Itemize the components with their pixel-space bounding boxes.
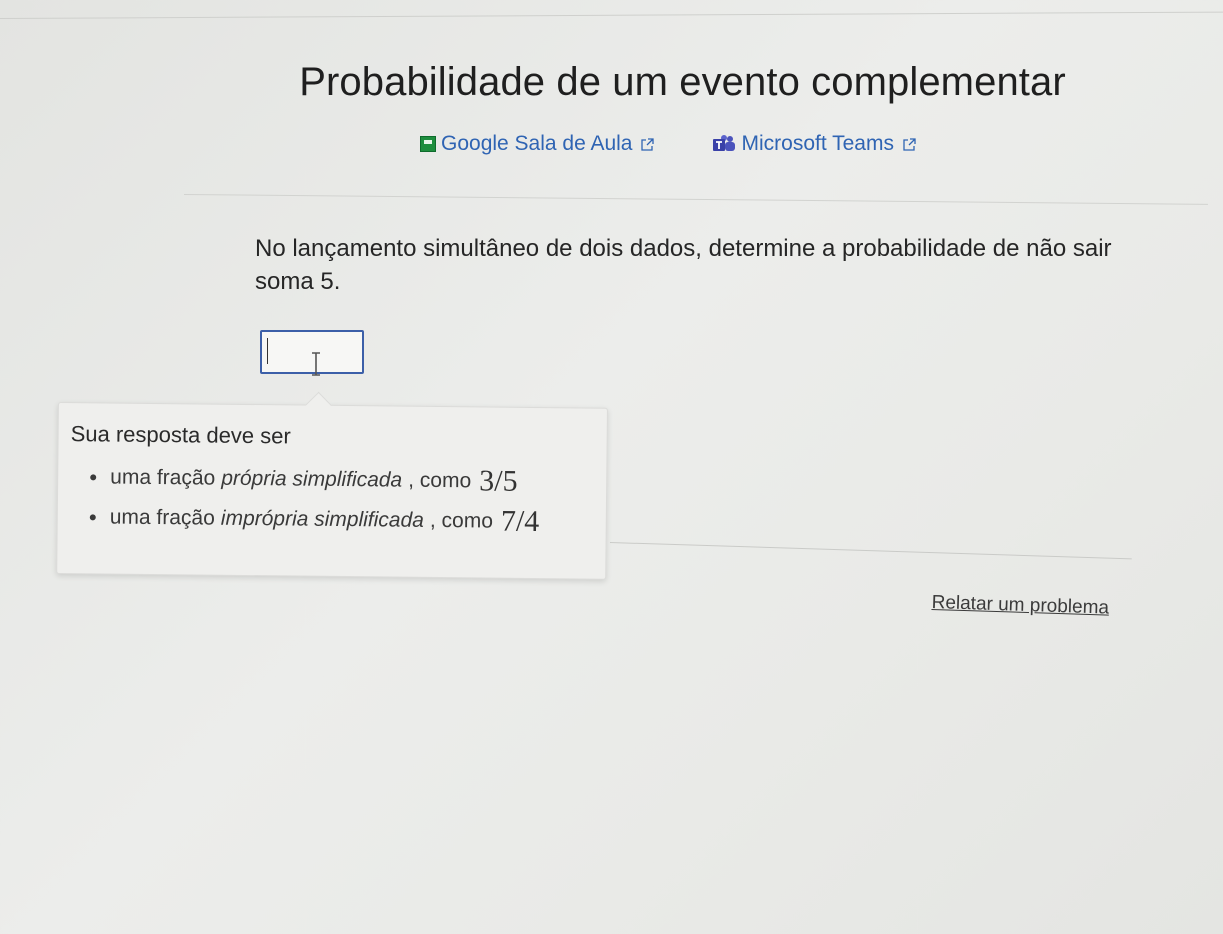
text-caret [267, 338, 268, 364]
microsoft-teams-icon [713, 135, 736, 151]
bottom-divider [609, 542, 1132, 560]
tooltip-arrow [305, 391, 332, 419]
share-links: Google Sala de Aula Microsoft Teams [420, 130, 917, 158]
fraction-example: 7/4 [500, 504, 540, 539]
format-requirements-list: uma fração própria simplificada , como 3… [70, 457, 607, 543]
microsoft-teams-link[interactable]: Microsoft Teams [711, 132, 917, 156]
requirement-prefix: uma fração [109, 505, 215, 530]
page: { "page": { "title": "Probabilidade de u… [0, 0, 1223, 934]
bullet-icon [89, 514, 96, 521]
report-problem-link[interactable]: Relatar um problema [931, 592, 1109, 620]
google-classroom-icon [420, 136, 436, 152]
list-item: uma fração própria simplificada , como 3… [70, 457, 606, 503]
top-border-line [0, 11, 1223, 19]
bullet-icon [90, 474, 97, 481]
list-item: uma fração imprópria simplificada , como… [70, 497, 606, 543]
external-link-icon [903, 138, 916, 151]
google-classroom-label: Google Sala de Aula [441, 132, 633, 155]
requirement-suffix: , como [408, 468, 472, 493]
google-classroom-link[interactable]: Google Sala de Aula [420, 132, 655, 156]
text-cursor-icon [312, 352, 320, 376]
requirement-suffix: , como [429, 508, 494, 533]
requirement-prefix: uma fração [110, 465, 216, 490]
answer-format-tooltip: Sua resposta deve ser uma fração própria… [56, 391, 608, 580]
tooltip-title: Sua resposta deve ser [70, 421, 291, 449]
microsoft-teams-label: Microsoft Teams [741, 132, 894, 155]
requirement-emphasis: imprópria simplificada [220, 506, 425, 532]
requirement-emphasis: própria simplificada [221, 466, 403, 492]
external-link-icon [641, 138, 655, 151]
section-divider [183, 194, 1208, 205]
page-title: Probabilidade de um evento complementar [299, 60, 1066, 104]
fraction-example: 3/5 [479, 464, 518, 498]
question-text: No lançamento simultâneo de dois dados, … [255, 235, 1112, 295]
